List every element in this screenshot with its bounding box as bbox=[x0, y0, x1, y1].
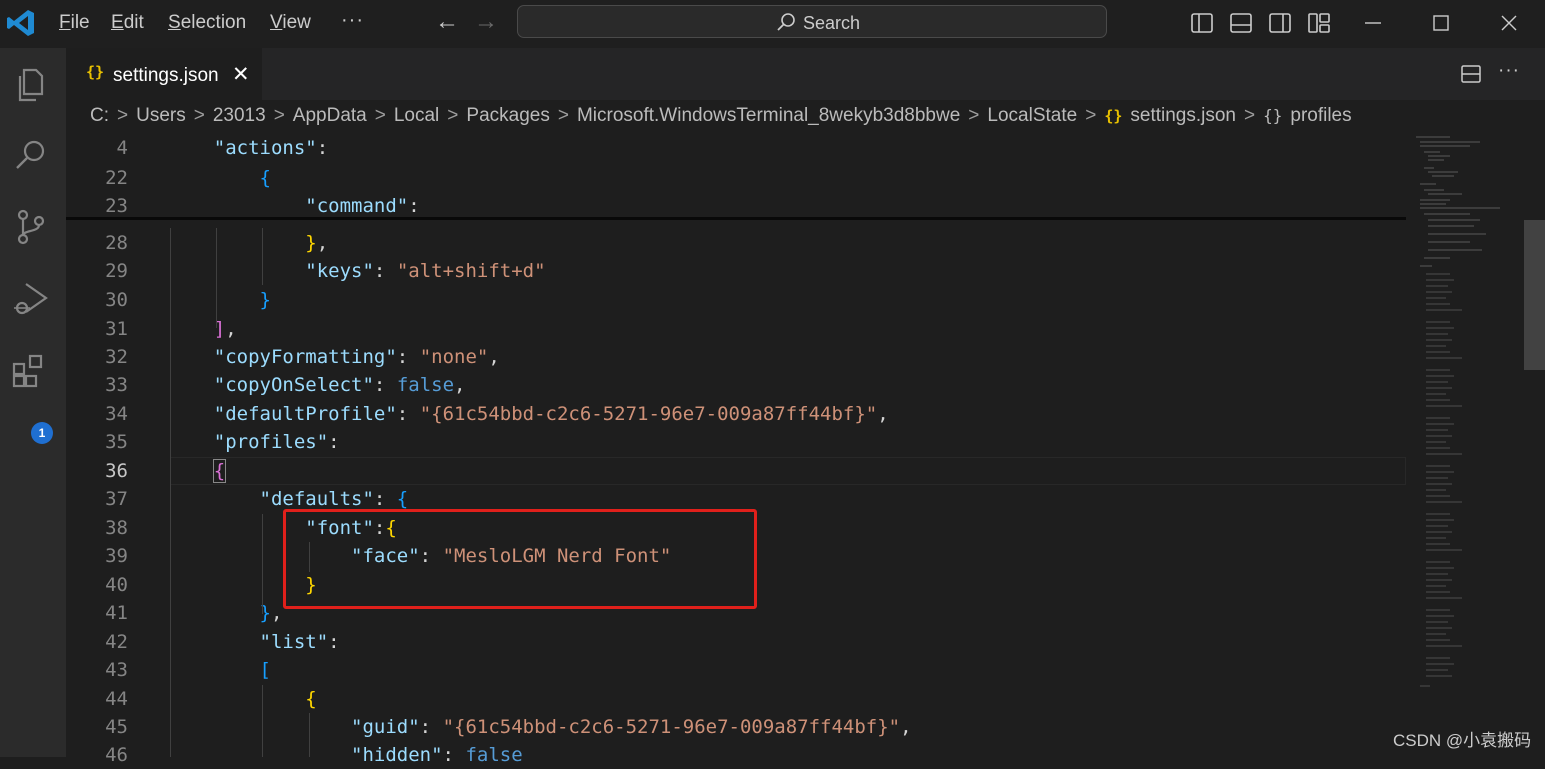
watermark: CSDN @小袁搬码 bbox=[1393, 731, 1532, 750]
more-menu-icon[interactable]: ··· bbox=[341, 9, 364, 32]
object-braces-icon: {} bbox=[1263, 106, 1283, 125]
indent-guide bbox=[262, 228, 263, 285]
breadcrumb: C: > Users >23013 > AppData > Local > Packages > Mi… bbox=[90, 105, 1352, 131]
breadcrumb-item[interactable]: Microsoft.WindowsTerminal_8wekyb3d8bbwe bbox=[577, 105, 960, 127]
indent-guide bbox=[309, 713, 310, 757]
chevron-right-icon: > bbox=[193, 105, 205, 126]
chevron-right-icon: > bbox=[273, 105, 285, 126]
activity-bar: 1 bbox=[0, 48, 66, 757]
search-view-icon[interactable] bbox=[10, 134, 52, 176]
forward-arrow-icon[interactable]: → bbox=[474, 8, 498, 36]
chevron-right-icon: > bbox=[968, 105, 980, 126]
chevron-right-icon: > bbox=[117, 105, 129, 126]
code-line: 28 }, bbox=[105, 232, 329, 254]
menu-edit[interactable]: Edit bbox=[111, 12, 144, 34]
command-center-search[interactable]: Search bbox=[517, 5, 1107, 38]
indent-guide bbox=[216, 228, 217, 328]
code-line: 33 "copyOnSelect": false, bbox=[105, 374, 466, 396]
code-line: 31 ], bbox=[105, 318, 237, 340]
indent-guide bbox=[170, 228, 171, 757]
search-label: Search bbox=[803, 13, 861, 33]
search-icon bbox=[777, 13, 795, 31]
title-bar: File Edit Selection View ··· ← → Search bbox=[0, 0, 1545, 48]
extensions-icon[interactable] bbox=[10, 350, 52, 392]
source-control-icon[interactable] bbox=[10, 206, 52, 248]
close-tab-icon[interactable]: ✕ bbox=[232, 62, 250, 87]
menu-selection[interactable]: Selection bbox=[168, 12, 246, 34]
scrollbar-thumb[interactable] bbox=[1524, 220, 1545, 370]
code-line: 43 [ bbox=[105, 659, 271, 681]
code-line: 30 } bbox=[105, 289, 271, 311]
code-line: 46 "hidden": false bbox=[105, 744, 523, 766]
extensions-badge: 1 bbox=[31, 422, 53, 444]
code-line: 42 "list": bbox=[105, 631, 340, 653]
breadcrumb-item[interactable]: 23013 bbox=[213, 105, 266, 127]
more-actions-icon[interactable]: ··· bbox=[1498, 60, 1520, 82]
code-line: 34 "defaultProfile": "{61c54bbd-c2c6-527… bbox=[105, 403, 889, 425]
code-editor[interactable]: 4 "actions": 22 { 23 "command": 28 }, 29… bbox=[66, 134, 1545, 766]
explorer-icon[interactable] bbox=[10, 64, 52, 106]
code-line: 35 "profiles": bbox=[105, 431, 340, 453]
current-line-highlight bbox=[170, 457, 1406, 485]
code-line: 4 "actions": bbox=[116, 137, 329, 159]
code-line: 32 "copyFormatting": "none", bbox=[105, 346, 500, 368]
breadcrumb-item[interactable]: LocalState bbox=[987, 105, 1077, 127]
chevron-right-icon: > bbox=[557, 105, 569, 126]
chevron-right-icon: > bbox=[447, 105, 459, 126]
code-line: 23 "command": bbox=[105, 195, 420, 217]
breadcrumb-item[interactable]: profiles bbox=[1290, 105, 1351, 127]
code-line: 45 "guid": "{61c54bbd-c2c6-5271-96e7-009… bbox=[105, 716, 912, 738]
vscode-logo-icon bbox=[7, 10, 34, 36]
annotation-highlight-box bbox=[283, 509, 757, 609]
json-braces-icon: {} bbox=[86, 63, 105, 81]
tab-label: settings.json bbox=[113, 65, 219, 86]
toggle-primary-sidebar-icon[interactable] bbox=[1190, 12, 1214, 34]
code-line: 22 { bbox=[105, 167, 271, 189]
back-arrow-icon[interactable]: ← bbox=[435, 8, 459, 36]
menu-view[interactable]: View bbox=[270, 12, 311, 34]
breadcrumb-item[interactable]: AppData bbox=[293, 105, 367, 127]
run-and-debug-icon[interactable] bbox=[10, 278, 52, 320]
editor-tab-bar: {} settings.json ✕ ··· bbox=[66, 48, 1545, 100]
close-window-icon[interactable] bbox=[1496, 10, 1522, 36]
chevron-right-icon: > bbox=[374, 105, 386, 126]
minimap[interactable] bbox=[1410, 134, 1520, 694]
indent-guide bbox=[262, 514, 263, 614]
chevron-right-icon: > bbox=[1085, 105, 1097, 126]
sticky-scroll-shadow bbox=[66, 217, 1406, 220]
tab-settings-json[interactable]: {} settings.json ✕ bbox=[66, 48, 262, 100]
json-braces-icon: {} bbox=[1104, 107, 1123, 125]
split-editor-icon[interactable] bbox=[1461, 65, 1481, 83]
breadcrumb-item[interactable]: Users bbox=[136, 105, 186, 127]
code-line: 29 "keys": "alt+shift+d" bbox=[105, 260, 546, 282]
code-line: 44 { bbox=[105, 688, 317, 710]
breadcrumb-item[interactable]: settings.json bbox=[1130, 105, 1236, 127]
customize-layout-icon[interactable] bbox=[1307, 12, 1331, 34]
breadcrumb-item[interactable]: C: bbox=[90, 105, 109, 127]
maximize-icon[interactable] bbox=[1428, 10, 1454, 36]
breadcrumb-item[interactable]: Local bbox=[394, 105, 439, 127]
breadcrumb-item[interactable]: Packages bbox=[466, 105, 549, 127]
menu-file[interactable]: File bbox=[59, 12, 90, 34]
minimize-icon[interactable] bbox=[1360, 10, 1386, 36]
toggle-secondary-sidebar-icon[interactable] bbox=[1268, 12, 1292, 34]
toggle-panel-icon[interactable] bbox=[1229, 12, 1253, 34]
chevron-right-icon: > bbox=[1244, 105, 1256, 126]
indent-guide bbox=[262, 685, 263, 757]
